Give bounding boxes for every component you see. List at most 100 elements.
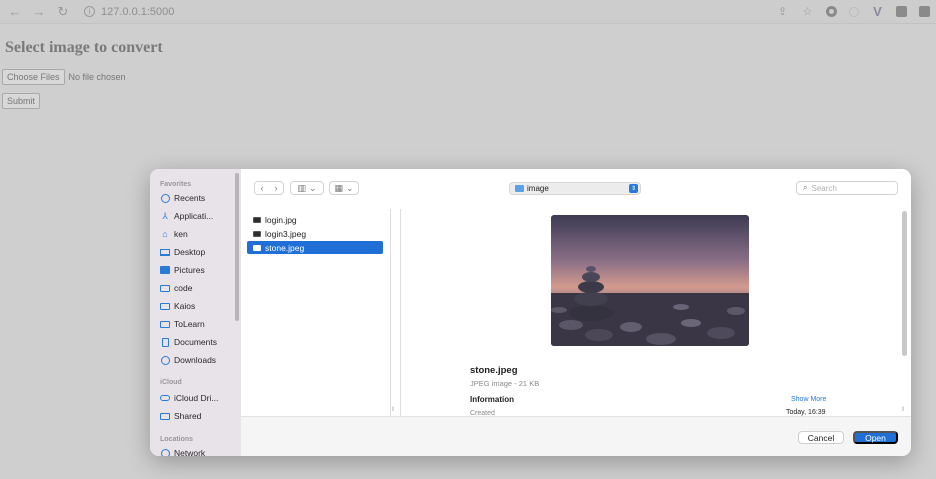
sidebar-item-icloud-drive[interactable]: iCloud Dri...: [160, 393, 218, 403]
page-title: Select image to convert: [5, 39, 163, 56]
back-icon[interactable]: ←: [8, 4, 22, 20]
sidebar-item-label: Recents: [174, 193, 206, 203]
sidebar-item-downloads[interactable]: Downloads: [160, 355, 216, 365]
clock-icon: [160, 193, 170, 203]
nav-buttons: ← → ↻: [8, 4, 70, 20]
file-item-login-jpg[interactable]: login.jpg: [247, 213, 383, 226]
column-resize-handle[interactable]: ‖: [392, 407, 394, 413]
document-icon: [160, 337, 170, 347]
sidebar-item-shared[interactable]: Shared: [160, 411, 201, 421]
sidebar-item-label: Network: [174, 448, 206, 456]
sidebar-item-label: Pictures: [174, 265, 205, 275]
dialog-toolbar: ‹ › ▥ ⌄ ▦ ⌄ image ⇕ ⌕ Search: [241, 169, 911, 207]
preview-scrollbar[interactable]: [902, 211, 907, 356]
image-preview-thumbnail: [551, 215, 749, 346]
sidebar-item-ken[interactable]: ⌂ ken: [160, 229, 188, 239]
columns-view-icon: ▥: [297, 182, 306, 193]
download-icon: [160, 355, 170, 365]
home-icon: ⌂: [162, 229, 168, 239]
chevron-down-icon: ⌄: [308, 182, 317, 193]
folder-icon: [160, 302, 170, 311]
sidebar-item-label: Applicati...: [174, 211, 214, 221]
column-divider[interactable]: [390, 209, 391, 416]
applications-icon: ⅄: [162, 210, 168, 221]
sidebar-item-label: Shared: [174, 411, 202, 421]
circle-extension-icon[interactable]: [849, 6, 859, 17]
dialog-footer: Cancel Open: [241, 416, 911, 456]
globe-icon: [160, 448, 170, 456]
folder-location-select[interactable]: image ⇕: [509, 182, 641, 195]
extension-puzzle-icon[interactable]: [919, 6, 930, 17]
icloud-heading: iCloud: [160, 379, 182, 386]
preview-file-name: stone.jpeg: [470, 365, 518, 376]
folder-icon: [160, 320, 170, 329]
sidebar-item-label: Kaios: [174, 301, 196, 311]
grid-icon: ▦: [334, 182, 343, 193]
vivaldi-icon[interactable]: V: [871, 4, 884, 19]
file-open-dialog: Favorites Recents ⅄ Applicati... ⌂ ken D…: [150, 169, 911, 456]
shared-folder-icon: [160, 412, 170, 421]
desktop-icon: [160, 248, 170, 257]
folder-name: image: [527, 184, 549, 193]
no-file-label: No file chosen: [68, 72, 126, 82]
sidebar-item-label: Documents: [174, 337, 217, 347]
chevron-left-icon[interactable]: ‹: [261, 183, 264, 193]
choose-files-button[interactable]: Choose Files: [2, 69, 65, 85]
file-input-row: Choose Files No file chosen: [2, 69, 126, 85]
file-list: login.jpg login3.jpeg stone.jpeg: [247, 213, 383, 255]
dialog-sidebar: Favorites Recents ⅄ Applicati... ⌂ ken D…: [150, 169, 241, 456]
forward-icon[interactable]: →: [32, 4, 46, 20]
file-item-login3-jpeg[interactable]: login3.jpeg: [247, 227, 383, 240]
file-name: login3.jpeg: [265, 228, 307, 239]
pictures-icon: [160, 266, 170, 275]
image-file-icon: [253, 216, 261, 223]
view-mode-button[interactable]: ▥ ⌄: [290, 181, 324, 195]
information-heading: Information: [470, 395, 514, 404]
bookmark-star-icon[interactable]: ☆: [801, 5, 814, 18]
reload-icon[interactable]: ↻: [56, 4, 70, 20]
sidebar-item-code[interactable]: code: [160, 283, 192, 293]
sidebar-item-label: code: [174, 283, 193, 293]
sidebar-item-label: Downloads: [174, 355, 217, 365]
file-item-stone-jpeg[interactable]: stone.jpeg: [247, 241, 383, 254]
sidebar-scrollbar[interactable]: [235, 173, 239, 321]
search-input[interactable]: ⌕ Search: [796, 181, 898, 195]
sidebar-item-label: ken: [174, 229, 188, 239]
sidebar-item-network[interactable]: Network: [160, 448, 205, 456]
image-file-icon: [253, 244, 261, 251]
sidebar-item-documents[interactable]: Documents: [160, 337, 217, 347]
sidebar-item-label: iCloud Dri...: [174, 393, 219, 403]
locations-heading: Locations: [160, 436, 194, 443]
file-name: login.jpg: [265, 214, 297, 225]
file-name: stone.jpeg: [265, 242, 305, 253]
favorites-heading: Favorites: [160, 181, 192, 188]
group-by-button[interactable]: ▦ ⌄: [329, 181, 359, 195]
file-preview: stone.jpeg JPEG image - 21 KB Informatio…: [401, 209, 903, 417]
cancel-button[interactable]: Cancel: [798, 431, 844, 444]
extension-icon[interactable]: [896, 6, 907, 17]
image-file-icon: [253, 230, 261, 237]
sidebar-item-tolearn[interactable]: ToLearn: [160, 319, 205, 329]
sidebar-item-pictures[interactable]: Pictures: [160, 265, 205, 275]
sidebar-item-recents[interactable]: Recents: [160, 193, 205, 203]
url-text[interactable]: 127.0.0.1:5000: [101, 6, 174, 18]
opera-icon[interactable]: [826, 6, 837, 17]
extension-bar: ⇪ ☆ V: [776, 4, 930, 19]
sidebar-item-kaios[interactable]: Kaios: [160, 301, 195, 311]
created-value: Today, 16:39: [786, 409, 826, 416]
cloud-icon: [160, 394, 170, 403]
address-bar[interactable]: i 127.0.0.1:5000: [84, 6, 174, 18]
sidebar-item-desktop[interactable]: Desktop: [160, 247, 205, 257]
open-button[interactable]: Open: [853, 431, 898, 444]
sidebar-item-label: ToLearn: [174, 319, 205, 329]
sidebar-item-applications[interactable]: ⅄ Applicati...: [160, 210, 214, 222]
search-placeholder: Search: [811, 183, 837, 193]
share-icon[interactable]: ⇪: [776, 5, 789, 18]
browser-toolbar: ← → ↻ i 127.0.0.1:5000 ⇪ ☆ V: [0, 0, 936, 24]
chevron-right-icon[interactable]: ›: [275, 183, 278, 193]
chevron-updown-icon: ⇕: [629, 184, 638, 193]
submit-button[interactable]: Submit: [2, 93, 41, 109]
back-forward-control: ‹ ›: [254, 181, 284, 195]
show-more-link[interactable]: Show More: [791, 396, 826, 403]
info-icon[interactable]: i: [84, 6, 95, 17]
